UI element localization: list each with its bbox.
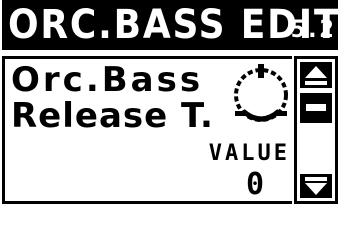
header-bar: ORC.BASS EDIT 5.2 [2,0,339,50]
knob-icon[interactable] [229,61,293,125]
scroll-up-arrow-icon[interactable] [300,62,332,88]
lcd-screen: ORC.BASS EDIT 5.2 Orc.Bass Release T. VA… [0,0,350,206]
parameter-panel: Orc.Bass Release T. VALUE 0 [2,56,292,204]
parameter-group-label: Orc.Bass [11,60,204,100]
scrollbar[interactable] [294,56,338,204]
scroll-thumb[interactable] [300,93,332,123]
value-label: VALUE [208,141,290,166]
page-number: 5.2 [290,15,334,43]
scroll-down-arrow-icon[interactable] [300,174,332,198]
parameter-name-label: Release T. [11,96,214,136]
value-readout[interactable]: 0 [246,169,264,201]
